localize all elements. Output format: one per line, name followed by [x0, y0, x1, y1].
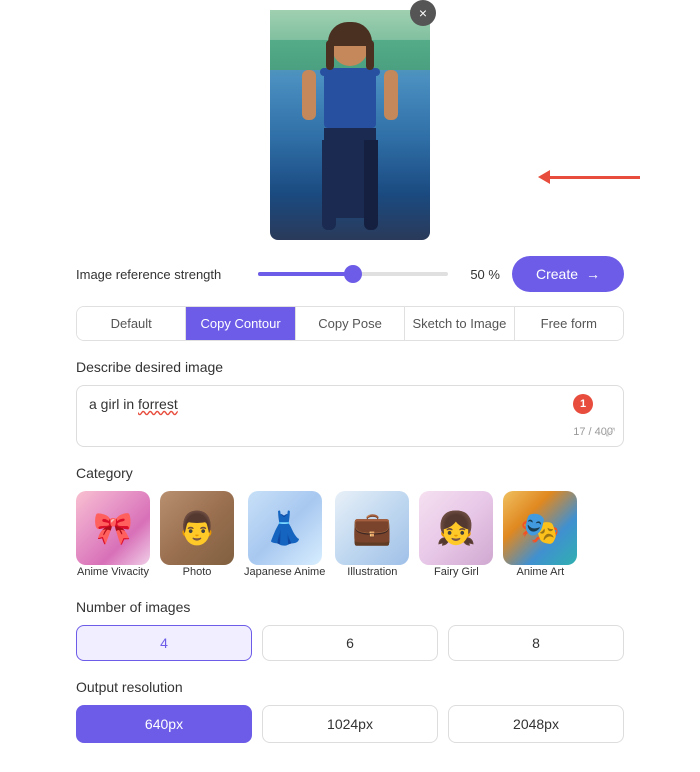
arrow-indicator	[538, 170, 640, 184]
output-resolution-label: Output resolution	[76, 679, 624, 695]
category-name-illustration: Illustration	[347, 565, 397, 579]
resolution-1024[interactable]: 1024px	[262, 705, 438, 743]
tab-free-form[interactable]: Free form	[515, 307, 623, 340]
resolution-options: 640px 1024px 2048px	[76, 705, 624, 743]
category-grid: 🎀 Anime Vivacity 👨 Photo 👗 Japanese Anim…	[76, 491, 624, 579]
tab-default[interactable]: Default	[77, 307, 186, 340]
category-name-japanese-anime: Japanese Anime	[244, 565, 325, 579]
char-count-badge: 1	[573, 394, 593, 414]
resolution-2048[interactable]: 2048px	[448, 705, 624, 743]
category-item-fairy-girl[interactable]: 👧 Fairy Girl	[419, 491, 493, 579]
category-item-photo[interactable]: 👨 Photo	[160, 491, 234, 579]
category-item-anime-art[interactable]: 🎭 Anime Art	[503, 491, 577, 579]
category-name-photo: Photo	[183, 565, 212, 579]
tab-copy-contour[interactable]: Copy Contour	[186, 307, 295, 340]
number-options: 4 6 8	[76, 625, 624, 661]
slider-thumb[interactable]	[344, 265, 362, 283]
create-button[interactable]: Create →	[512, 256, 624, 292]
describe-textarea-wrapper: a girl in forrest 1 17 / 400 ⤢	[76, 385, 624, 447]
slider-track[interactable]	[258, 272, 448, 276]
slider-label: Image reference strength	[76, 267, 246, 282]
num-option-8[interactable]: 8	[448, 625, 624, 661]
tab-copy-pose[interactable]: Copy Pose	[296, 307, 405, 340]
category-label: Category	[76, 465, 624, 481]
describe-label: Describe desired image	[76, 359, 624, 375]
close-image-button[interactable]: ×	[410, 0, 436, 26]
num-option-4[interactable]: 4	[76, 625, 252, 661]
num-option-6[interactable]: 6	[262, 625, 438, 661]
expand-icon[interactable]: ⤢	[605, 425, 615, 440]
category-name-anime-art: Anime Art	[517, 565, 565, 579]
tab-sketch-to-image[interactable]: Sketch to Image	[405, 307, 514, 340]
arrow-line	[550, 176, 640, 179]
image-preview-area: ×	[0, 10, 700, 240]
category-name-fairy-girl: Fairy Girl	[434, 565, 479, 579]
arrow-head	[538, 170, 550, 184]
describe-text[interactable]: a girl in forrest	[89, 396, 611, 436]
category-item-illustration[interactable]: 💼 Illustration	[335, 491, 409, 579]
slider-fill	[258, 272, 353, 276]
category-item-anime-vivacity[interactable]: 🎀 Anime Vivacity	[76, 491, 150, 579]
resolution-640[interactable]: 640px	[76, 705, 252, 743]
num-images-label: Number of images	[76, 599, 624, 615]
slider-value: 50 %	[460, 267, 500, 282]
mode-tabs: Default Copy Contour Copy Pose Sketch to…	[76, 306, 624, 341]
category-name-anime-vivacity: Anime Vivacity	[77, 565, 149, 579]
category-item-japanese-anime[interactable]: 👗 Japanese Anime	[244, 491, 325, 579]
